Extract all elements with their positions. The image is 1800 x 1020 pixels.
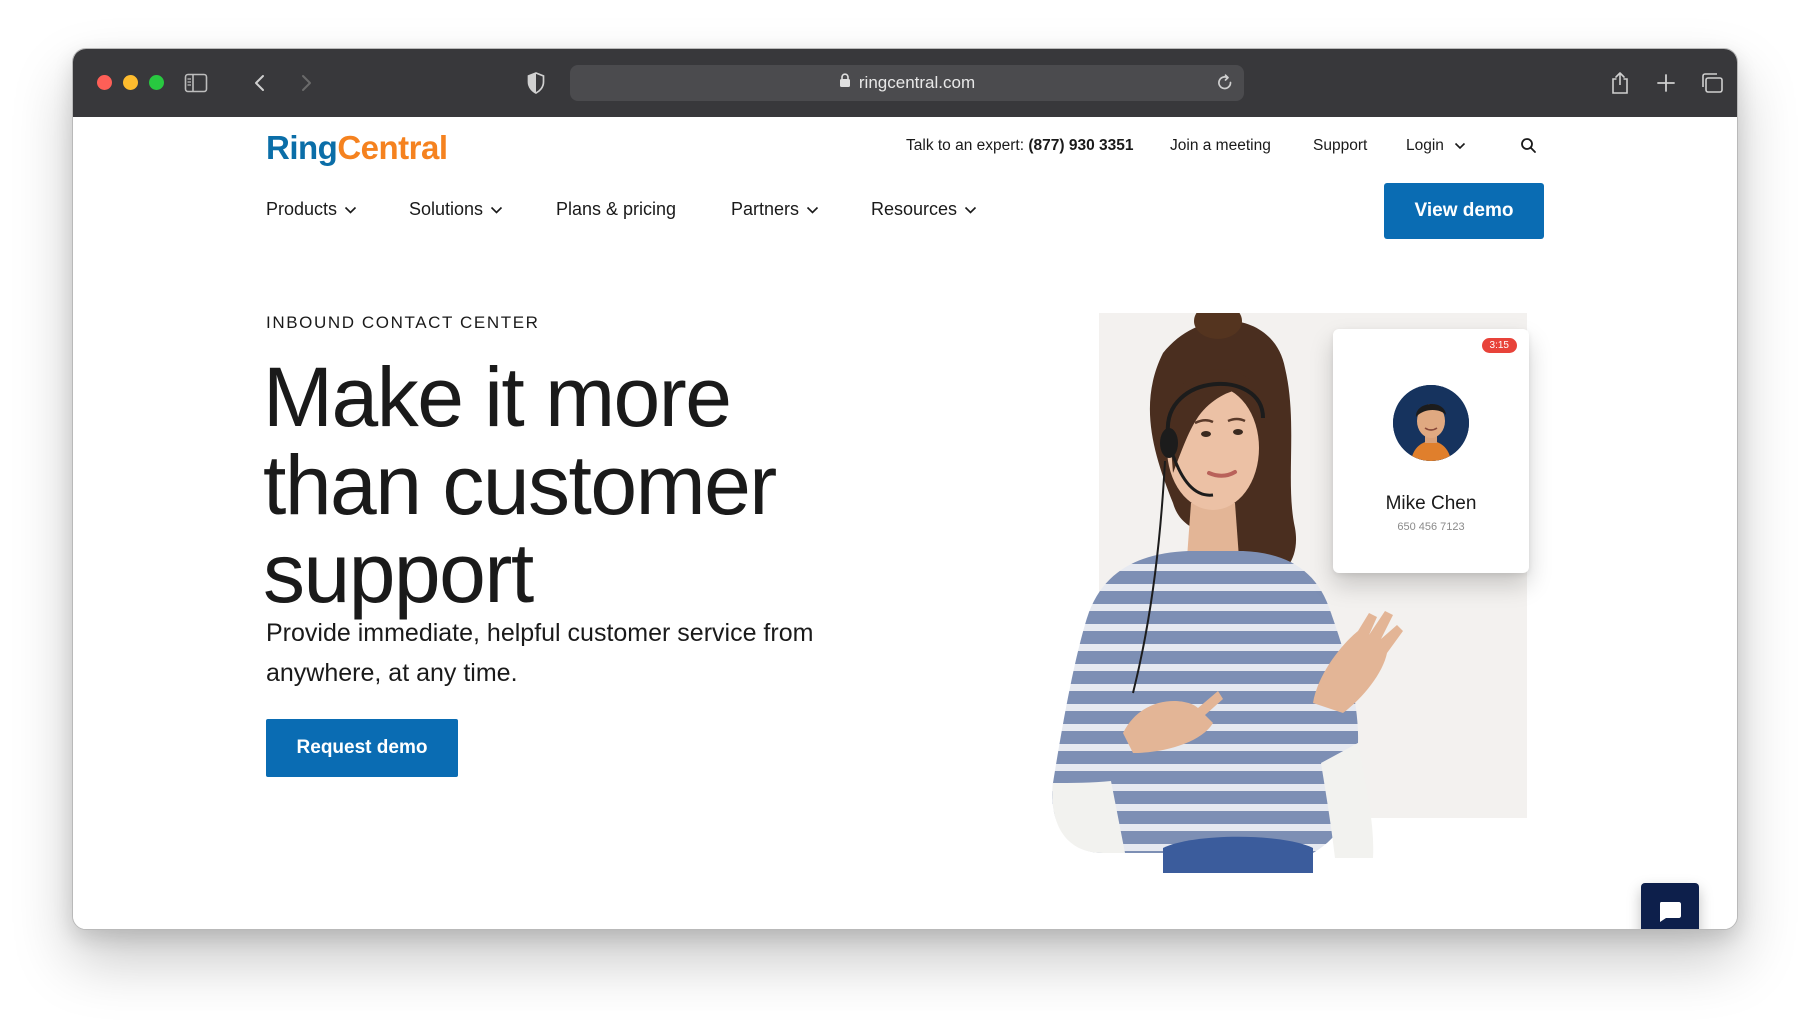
chat-button[interactable] xyxy=(1641,883,1699,929)
nav-partners-label: Partners xyxy=(731,199,800,219)
share-icon[interactable] xyxy=(1607,71,1633,95)
plus-icon[interactable] xyxy=(1653,71,1679,95)
chevron-down-icon xyxy=(806,206,819,214)
login-dropdown[interactable]: Login xyxy=(1406,137,1466,155)
nav-solutions-label: Solutions xyxy=(409,199,484,219)
close-window-button[interactable] xyxy=(97,75,112,90)
logo-ring: Ring xyxy=(266,129,338,166)
chevron-right-icon[interactable] xyxy=(293,71,319,95)
lock-icon xyxy=(839,73,851,93)
chat-bubble-icon xyxy=(1660,902,1681,922)
chevron-down-icon xyxy=(344,206,357,214)
chevron-left-icon[interactable] xyxy=(247,71,273,95)
address-bar[interactable]: ringcentral.com xyxy=(570,65,1244,101)
caller-phone: 650 456 7123 xyxy=(1397,521,1465,533)
eyebrow-label: INBOUND CONTACT CENTER xyxy=(266,313,540,332)
expert-label: Talk to an expert: xyxy=(906,137,1025,154)
minimize-window-button[interactable] xyxy=(123,75,138,90)
sidebar-icon[interactable] xyxy=(183,71,209,95)
chevron-down-icon xyxy=(490,206,503,214)
search-icon[interactable] xyxy=(1520,137,1537,159)
hero-subhead: Provide immediate, helpful customer serv… xyxy=(266,619,814,687)
nav-solutions[interactable]: Solutions xyxy=(409,199,503,220)
nav-partners[interactable]: Partners xyxy=(731,199,819,220)
nav-products[interactable]: Products xyxy=(266,199,357,220)
web-page: RingCentral Talk to an expert: (877) 930… xyxy=(73,117,1737,929)
support-link[interactable]: Support xyxy=(1313,137,1367,155)
logo-central: Central xyxy=(337,129,448,166)
request-demo-button[interactable]: Request demo xyxy=(266,719,458,777)
ringcentral-logo[interactable]: RingCentral xyxy=(266,129,448,167)
call-card: 3:15 Mike Chen 650 456 7123 xyxy=(1333,329,1529,573)
nav-resources-label: Resources xyxy=(871,199,958,219)
nav-products-label: Products xyxy=(266,199,338,219)
browser-window: ringcentral.com RingCentral Talk to an e… xyxy=(72,48,1738,930)
reload-icon[interactable] xyxy=(1216,73,1234,98)
url-text: ringcentral.com xyxy=(858,73,976,92)
caller-name: Mike Chen xyxy=(1385,493,1477,514)
login-label: Login xyxy=(1406,137,1444,154)
nav-plans-pricing[interactable]: Plans & pricing xyxy=(556,199,676,220)
nav-resources[interactable]: Resources xyxy=(871,199,977,220)
expert-phone[interactable]: (877) 930 3351 xyxy=(1028,137,1133,154)
chevron-down-icon xyxy=(964,206,977,214)
hero-headline: Make it more than customer support xyxy=(263,350,777,620)
call-timer-badge: 3:15 xyxy=(1481,338,1517,353)
avatar xyxy=(1393,385,1469,461)
talk-to-expert[interactable]: Talk to an expert: (877) 930 3351 xyxy=(906,137,1134,155)
shield-icon[interactable] xyxy=(523,71,549,95)
chevron-down-icon xyxy=(1455,142,1466,150)
view-demo-button[interactable]: View demo xyxy=(1384,183,1544,239)
browser-toolbar: ringcentral.com xyxy=(73,49,1737,117)
zoom-window-button[interactable] xyxy=(149,75,164,90)
join-meeting-link[interactable]: Join a meeting xyxy=(1170,137,1271,155)
tabs-overview-icon[interactable] xyxy=(1699,71,1725,95)
